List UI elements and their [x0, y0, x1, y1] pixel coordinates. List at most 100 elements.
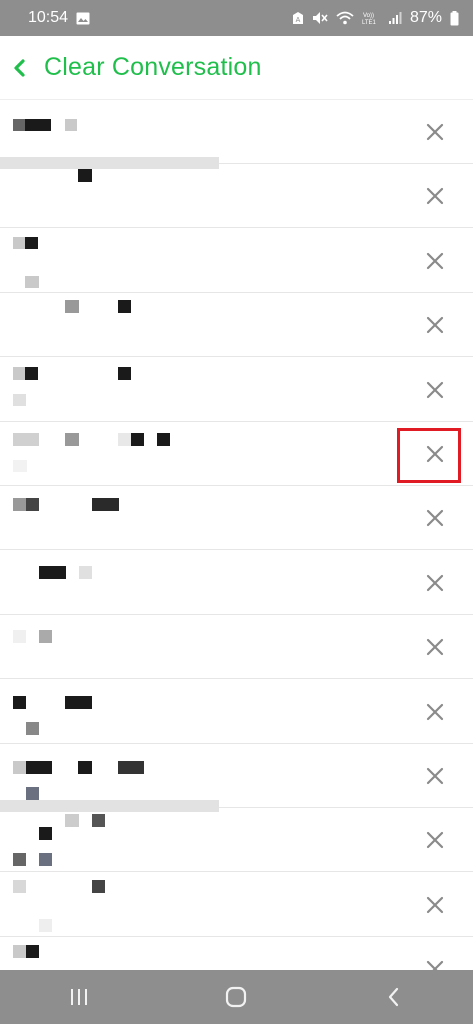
battery-icon	[450, 10, 459, 26]
close-icon	[426, 832, 444, 849]
status-left: 10:54	[28, 9, 90, 27]
clear-conversation-button[interactable]	[421, 955, 449, 970]
redaction-block	[78, 761, 92, 774]
clear-conversation-button[interactable]	[421, 826, 449, 854]
conversation-row[interactable]	[0, 551, 473, 615]
redaction-block	[13, 695, 26, 709]
conversation-name-redacted	[0, 293, 220, 357]
redaction-block	[39, 565, 66, 579]
mute-icon	[312, 11, 328, 25]
redaction-block	[79, 565, 92, 579]
close-icon	[426, 639, 444, 656]
clear-conversation-button[interactable]	[421, 247, 449, 275]
conversation-row[interactable]	[0, 873, 473, 937]
close-icon	[426, 896, 444, 913]
conversation-row[interactable]	[0, 680, 473, 744]
close-icon	[426, 123, 444, 141]
close-icon	[426, 767, 444, 785]
redaction-block	[39, 853, 52, 867]
clear-conversation-button[interactable]	[421, 376, 449, 404]
conversation-row[interactable]	[0, 486, 473, 551]
conversation-row[interactable]	[0, 100, 473, 164]
redaction-block	[13, 879, 26, 893]
redaction-block	[65, 119, 77, 131]
clear-conversation-button[interactable]	[421, 569, 449, 597]
redaction-block	[25, 119, 51, 131]
navigation-bar	[0, 970, 473, 1024]
conversation-row[interactable]	[0, 358, 473, 422]
clear-conversation-button[interactable]	[421, 633, 449, 661]
redaction-block	[25, 236, 38, 249]
close-icon	[426, 574, 444, 591]
clear-conversation-button[interactable]	[421, 762, 449, 790]
redaction-block	[39, 630, 52, 644]
conversation-name-redacted	[0, 937, 220, 970]
conversation-list[interactable]	[0, 100, 473, 970]
close-icon	[426, 703, 444, 720]
redaction-block	[13, 630, 26, 644]
redaction-block	[65, 695, 92, 709]
clear-conversation-button[interactable]	[421, 118, 449, 146]
redaction-block	[26, 498, 39, 512]
conversation-name-redacted	[0, 680, 220, 744]
conversation-row[interactable]	[0, 808, 473, 873]
close-icon	[426, 381, 444, 398]
clear-conversation-button[interactable]	[421, 504, 449, 532]
redaction-block	[118, 366, 131, 380]
redaction-block	[13, 761, 26, 774]
redaction-block	[157, 433, 170, 446]
home-icon[interactable]	[206, 977, 266, 1017]
clear-conversation-button[interactable]	[421, 311, 449, 339]
page-title: Clear Conversation	[44, 53, 262, 81]
redaction-block	[26, 945, 39, 959]
redaction-block	[118, 300, 131, 314]
redaction-block	[92, 879, 105, 893]
close-icon	[426, 961, 444, 970]
redaction-block	[26, 761, 52, 774]
svg-text:A: A	[296, 17, 301, 24]
conversation-row[interactable]	[0, 615, 473, 680]
close-icon	[426, 252, 444, 269]
svg-text:LTE1: LTE1	[362, 20, 377, 25]
redaction-block	[13, 853, 26, 867]
clear-conversation-button[interactable]	[421, 698, 449, 726]
redaction-block	[92, 498, 119, 512]
clear-conversation-button[interactable]	[421, 891, 449, 919]
conversation-name-redacted	[0, 422, 220, 486]
conversation-row[interactable]	[0, 293, 473, 358]
back-icon[interactable]	[364, 977, 424, 1017]
redaction-block	[25, 366, 38, 380]
conversation-row[interactable]	[0, 422, 473, 486]
status-time: 10:54	[28, 9, 69, 26]
redaction-block	[118, 433, 131, 446]
conversation-row[interactable]	[0, 229, 473, 293]
conversation-name-redacted	[0, 100, 220, 164]
status-bar: 10:54 A Vo)) LTE1 87%	[0, 0, 473, 36]
section-divider	[0, 157, 219, 169]
redaction-block	[26, 787, 39, 800]
volte-icon: Vo)) LTE1	[362, 11, 380, 25]
signal-icon	[388, 11, 402, 25]
status-right: A Vo)) LTE1 87%	[292, 9, 459, 27]
clear-conversation-button[interactable]	[421, 182, 449, 210]
redaction-block	[13, 498, 26, 512]
conversation-row[interactable]	[0, 937, 473, 970]
recent-apps-icon[interactable]	[49, 977, 109, 1017]
redaction-block	[39, 827, 52, 841]
redaction-block	[65, 433, 79, 446]
redaction-block	[26, 721, 39, 735]
back-chevron-icon[interactable]	[12, 54, 32, 82]
redaction-block	[13, 460, 27, 472]
redaction-block	[13, 393, 26, 406]
redaction-block	[78, 169, 92, 183]
conversation-name-redacted	[0, 358, 220, 422]
conversation-row[interactable]	[0, 164, 473, 229]
clear-conversation-button[interactable]	[421, 440, 449, 468]
redaction-block	[39, 918, 52, 932]
conversation-row[interactable]	[0, 744, 473, 808]
image-icon	[76, 12, 90, 25]
redaction-block	[13, 433, 39, 446]
battery-percent: 87%	[409, 9, 442, 26]
close-icon	[426, 445, 444, 463]
conversation-name-redacted	[0, 808, 220, 872]
